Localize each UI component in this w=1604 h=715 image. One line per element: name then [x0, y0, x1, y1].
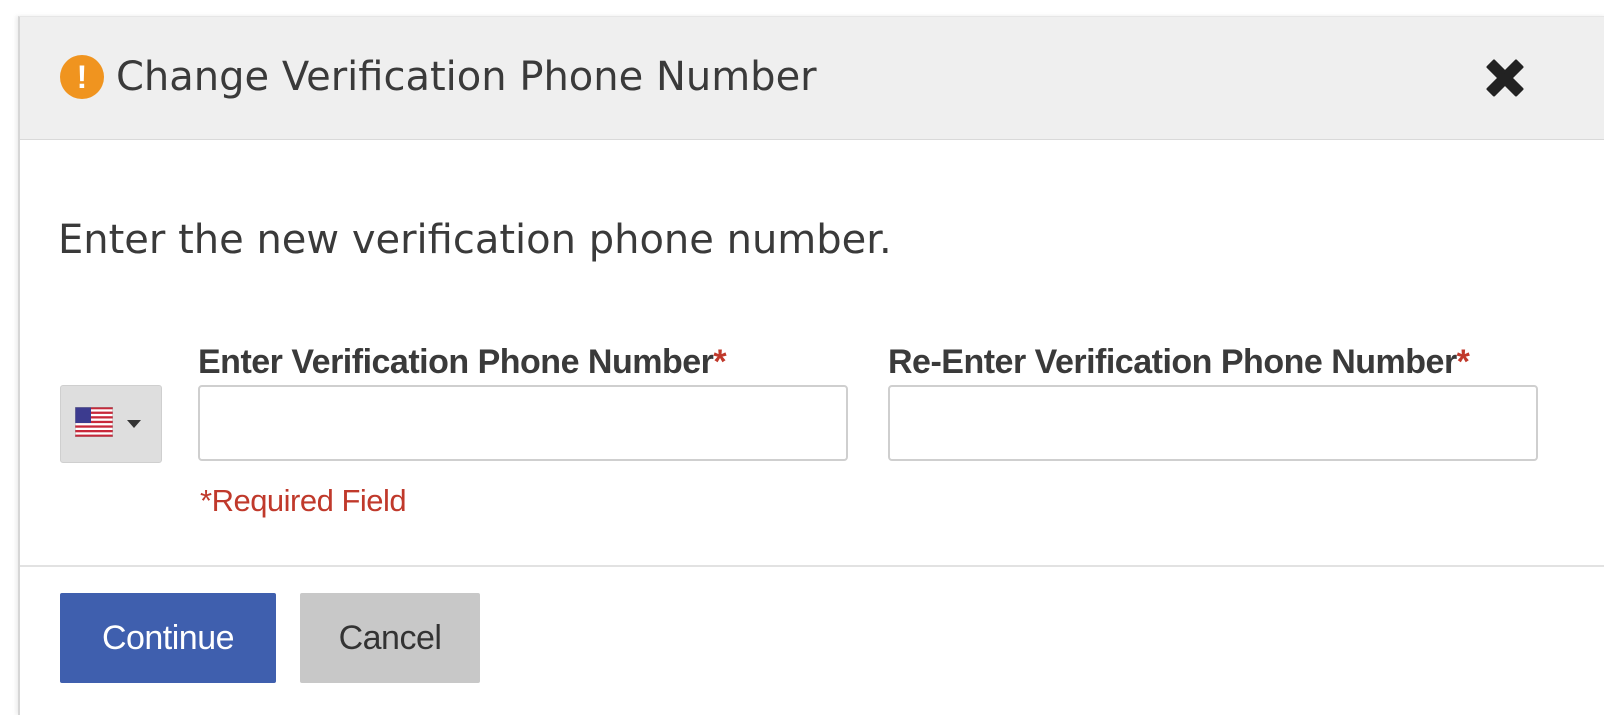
- backdrop: [0, 0, 1604, 16]
- phone-confirm-field-label: Re-Enter Verification Phone Number*: [888, 339, 1470, 385]
- dialog-header: ! Change Verification Phone Number: [20, 17, 1604, 140]
- cancel-button[interactable]: Cancel: [300, 593, 480, 683]
- phone-confirm-label-text: Re-Enter Verification Phone Number: [888, 343, 1457, 381]
- phone-label-text: Enter Verification Phone Number: [198, 343, 714, 381]
- required-field-note: *Required Field: [200, 483, 407, 518]
- continue-button[interactable]: Continue: [60, 593, 276, 683]
- exclamation-circle-icon: !: [60, 55, 104, 99]
- phone-number-input[interactable]: [198, 385, 848, 461]
- alert-symbol: !: [76, 59, 88, 95]
- dialog-instructions: Enter the new verification phone number.: [58, 217, 892, 263]
- us-flag-icon: [75, 407, 113, 437]
- close-icon[interactable]: [1480, 53, 1530, 103]
- country-code-dropdown[interactable]: [60, 385, 162, 463]
- phone-number-confirm-input[interactable]: [888, 385, 1538, 461]
- footer-divider: [20, 565, 1604, 567]
- required-asterisk: *: [1456, 343, 1470, 381]
- dialog-title: Change Verification Phone Number: [116, 54, 817, 100]
- required-asterisk: *: [713, 343, 727, 381]
- phone-field-label: Enter Verification Phone Number*: [198, 339, 727, 385]
- change-phone-dialog: ! Change Verification Phone Number Enter…: [18, 16, 1604, 715]
- caret-down-icon: [127, 420, 141, 428]
